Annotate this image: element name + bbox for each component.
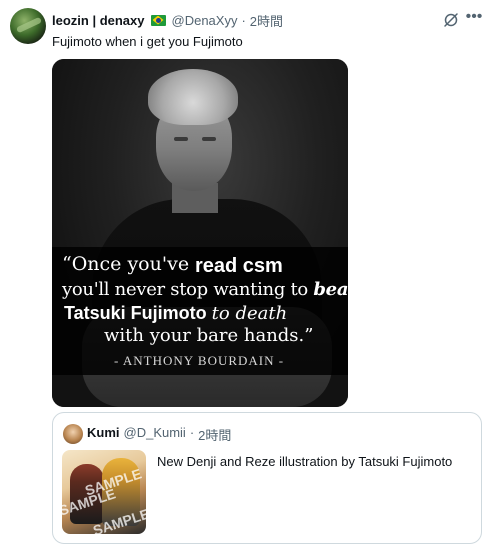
brazil-flag-icon: [150, 14, 166, 26]
quoted-timestamp[interactable]: 2時間: [198, 425, 231, 444]
quoted-separator: ·: [189, 425, 195, 440]
tweet-header: leozin | denaxy @DenaXyy · 2時間: [52, 10, 283, 30]
tweet-media-image[interactable]: “Once you've read csm you'll never stop …: [52, 59, 348, 407]
quote-line-4: with your bare hands.”: [104, 325, 314, 346]
quote-line-2: you'll never stop wanting to beat: [62, 279, 348, 300]
quote-line-3: Tatsuki Fujimoto to death: [64, 303, 288, 324]
separator: ·: [241, 12, 246, 28]
display-name[interactable]: leozin | denaxy: [52, 13, 145, 28]
tweet[interactable]: leozin | denaxy @DenaXyy · 2時間 ••• Fujim…: [0, 0, 488, 551]
quoted-tweet[interactable]: Kumi @D_Kumii · 2時間 SAMPLE SAMPLE SAMPLE…: [52, 412, 482, 544]
grok-icon[interactable]: [443, 12, 459, 28]
quoted-avatar[interactable]: [63, 424, 83, 444]
avatar[interactable]: [10, 8, 46, 44]
quoted-handle[interactable]: @D_Kumii: [124, 425, 186, 444]
quoted-media-thumbnail[interactable]: SAMPLE SAMPLE SAMPLE: [62, 450, 146, 534]
timestamp[interactable]: 2時間: [250, 11, 283, 30]
more-icon[interactable]: •••: [464, 9, 484, 28]
tweet-text: Fujimoto when i get you Fujimoto: [52, 34, 243, 49]
quoted-text: New Denji and Reze illustration by Tatsu…: [157, 454, 453, 469]
quoted-header: Kumi @D_Kumii · 2時間: [87, 425, 231, 444]
quoted-display-name[interactable]: Kumi: [87, 425, 120, 444]
handle[interactable]: @DenaXyy: [172, 13, 238, 28]
quote-attribution: - ANTHONY BOURDAIN -: [114, 353, 285, 368]
